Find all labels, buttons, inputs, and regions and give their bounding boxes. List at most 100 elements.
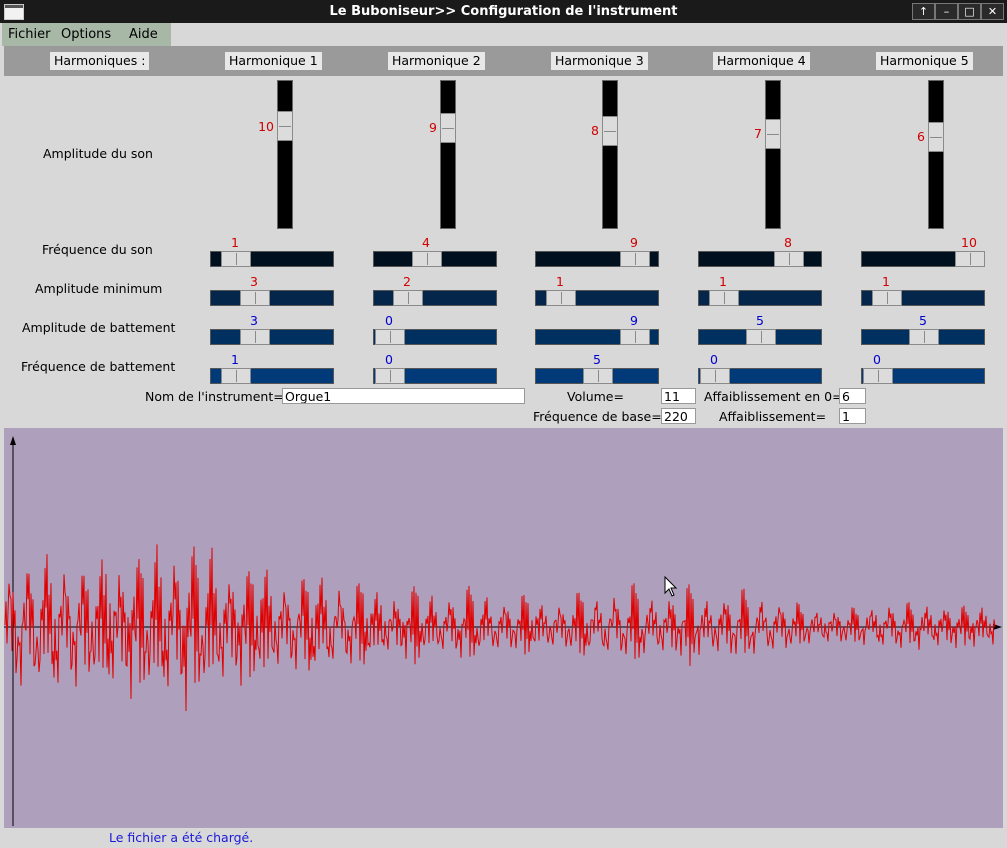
amplitude-son-label: Amplitude du son bbox=[43, 146, 153, 161]
slider-thumb[interactable] bbox=[909, 329, 939, 345]
slider-thumb[interactable] bbox=[240, 329, 270, 345]
nom-instrument-label: Nom de l'instrument= bbox=[145, 389, 284, 404]
status-bar: Le fichier a été chargé. bbox=[0, 828, 1007, 848]
amplitude-batt-value-2: 0 bbox=[385, 313, 393, 328]
slider-thumb[interactable] bbox=[393, 290, 423, 306]
keep-above-button[interactable]: ↑ bbox=[912, 3, 935, 20]
waveform-svg bbox=[4, 436, 1002, 826]
slider-thumb[interactable] bbox=[277, 111, 293, 141]
amplitude-son-slider-3[interactable] bbox=[602, 80, 618, 229]
amplitude-batt-label: Amplitude de battement bbox=[22, 320, 176, 335]
amplitude-min-value-1: 3 bbox=[250, 274, 258, 289]
menu-options[interactable]: Options bbox=[61, 27, 111, 42]
volume-label: Volume= bbox=[567, 389, 624, 404]
slider-thumb[interactable] bbox=[955, 251, 985, 267]
amplitude-son-slider-1[interactable] bbox=[277, 80, 293, 229]
amplitude-son-value-2: 9 bbox=[429, 120, 437, 135]
slider-thumb[interactable] bbox=[583, 368, 613, 384]
amplitude-batt-slider-3[interactable] bbox=[535, 329, 659, 345]
frequence-batt-slider-3[interactable] bbox=[535, 368, 659, 384]
maximize-button[interactable]: □ bbox=[958, 3, 981, 20]
amplitude-min-value-4: 1 bbox=[719, 274, 727, 289]
menu-bar: Fichier Options Aide bbox=[0, 23, 1007, 46]
slider-thumb[interactable] bbox=[700, 368, 730, 384]
slider-thumb[interactable] bbox=[602, 116, 618, 146]
mouse-cursor-icon bbox=[664, 575, 678, 597]
frequence-son-slider-2[interactable] bbox=[373, 251, 497, 267]
harmonic-3-label: Harmonique 3 bbox=[551, 52, 648, 70]
menu-aide[interactable]: Aide bbox=[129, 27, 158, 42]
amplitude-son-value-5: 6 bbox=[917, 129, 925, 144]
waveform-line bbox=[4, 544, 996, 712]
harmonic-2-label: Harmonique 2 bbox=[388, 52, 485, 70]
amplitude-min-value-3: 1 bbox=[556, 274, 564, 289]
frequence-son-value-4: 8 bbox=[784, 235, 792, 250]
frequence-batt-value-2: 0 bbox=[385, 352, 393, 367]
volume-input[interactable] bbox=[661, 388, 696, 404]
frequence-batt-slider-5[interactable] bbox=[861, 368, 985, 384]
frequence-son-label: Fréquence du son bbox=[42, 242, 153, 257]
amplitude-min-slider-2[interactable] bbox=[373, 290, 497, 306]
slider-thumb[interactable] bbox=[709, 290, 739, 306]
amplitude-min-slider-5[interactable] bbox=[861, 290, 985, 306]
frequence-batt-slider-2[interactable] bbox=[373, 368, 497, 384]
amplitude-min-slider-3[interactable] bbox=[535, 290, 659, 306]
amplitude-min-slider-1[interactable] bbox=[210, 290, 334, 306]
slider-thumb[interactable] bbox=[746, 329, 776, 345]
frequence-son-slider-4[interactable] bbox=[698, 251, 822, 267]
amplitude-batt-slider-1[interactable] bbox=[210, 329, 334, 345]
slider-thumb[interactable] bbox=[412, 251, 442, 267]
frequence-son-slider-1[interactable] bbox=[210, 251, 334, 267]
frequence-base-input[interactable] bbox=[661, 408, 696, 424]
frequence-son-slider-3[interactable] bbox=[535, 251, 659, 267]
affaiblissement-zero-input[interactable] bbox=[839, 388, 866, 404]
amplitude-son-slider-2[interactable] bbox=[440, 80, 456, 229]
frequence-batt-label: Fréquence de battement bbox=[21, 359, 176, 374]
title-bar[interactable]: Le Buboniseur>> Configuration de l'instr… bbox=[0, 0, 1007, 23]
frequence-batt-value-3: 5 bbox=[593, 352, 601, 367]
slider-thumb[interactable] bbox=[928, 122, 944, 152]
amplitude-batt-slider-2[interactable] bbox=[373, 329, 497, 345]
frequence-son-value-1: 1 bbox=[231, 235, 239, 250]
harmonics-header: Harmoniques : Harmonique 1 Harmonique 2 … bbox=[4, 46, 1003, 76]
amplitude-batt-slider-5[interactable] bbox=[861, 329, 985, 345]
amplitude-batt-value-4: 5 bbox=[756, 313, 764, 328]
slider-thumb[interactable] bbox=[765, 119, 781, 149]
slider-thumb[interactable] bbox=[440, 113, 456, 143]
slider-thumb[interactable] bbox=[872, 290, 902, 306]
frequence-son-value-3: 9 bbox=[630, 235, 638, 250]
waveform-plot[interactable] bbox=[4, 428, 1003, 828]
affaiblissement-label: Affaiblissement= bbox=[719, 409, 827, 424]
slider-thumb[interactable] bbox=[375, 368, 405, 384]
amplitude-batt-value-5: 5 bbox=[919, 313, 927, 328]
slider-thumb[interactable] bbox=[620, 251, 650, 267]
slider-thumb[interactable] bbox=[546, 290, 576, 306]
y-axis-arrow-icon bbox=[10, 436, 16, 445]
frequence-batt-slider-4[interactable] bbox=[698, 368, 822, 384]
amplitude-batt-slider-4[interactable] bbox=[698, 329, 822, 345]
harmonic-5-label: Harmonique 5 bbox=[876, 52, 973, 70]
amplitude-min-slider-4[interactable] bbox=[698, 290, 822, 306]
amplitude-son-slider-4[interactable] bbox=[765, 80, 781, 229]
amplitude-min-label: Amplitude minimum bbox=[35, 281, 163, 296]
nom-instrument-input[interactable] bbox=[282, 388, 525, 404]
minimize-button[interactable]: – bbox=[935, 3, 958, 20]
affaiblissement-input[interactable] bbox=[839, 408, 866, 424]
slider-thumb[interactable] bbox=[863, 368, 893, 384]
frequence-son-value-2: 4 bbox=[422, 235, 430, 250]
slider-thumb[interactable] bbox=[375, 329, 405, 345]
slider-thumb[interactable] bbox=[221, 251, 251, 267]
menu-fichier[interactable]: Fichier bbox=[8, 27, 51, 42]
slider-thumb[interactable] bbox=[221, 368, 251, 384]
window-title: Le Buboniseur>> Configuration de l'instr… bbox=[329, 4, 678, 19]
slider-thumb[interactable] bbox=[774, 251, 804, 267]
status-text: Le fichier a été chargé. bbox=[109, 830, 254, 845]
amplitude-son-value-4: 7 bbox=[754, 126, 762, 141]
close-button[interactable]: ✕ bbox=[981, 3, 1004, 20]
amplitude-batt-value-1: 3 bbox=[250, 313, 258, 328]
slider-thumb[interactable] bbox=[620, 329, 650, 345]
amplitude-son-slider-5[interactable] bbox=[928, 80, 944, 229]
slider-thumb[interactable] bbox=[240, 290, 270, 306]
frequence-batt-slider-1[interactable] bbox=[210, 368, 334, 384]
frequence-son-slider-5[interactable] bbox=[861, 251, 985, 267]
